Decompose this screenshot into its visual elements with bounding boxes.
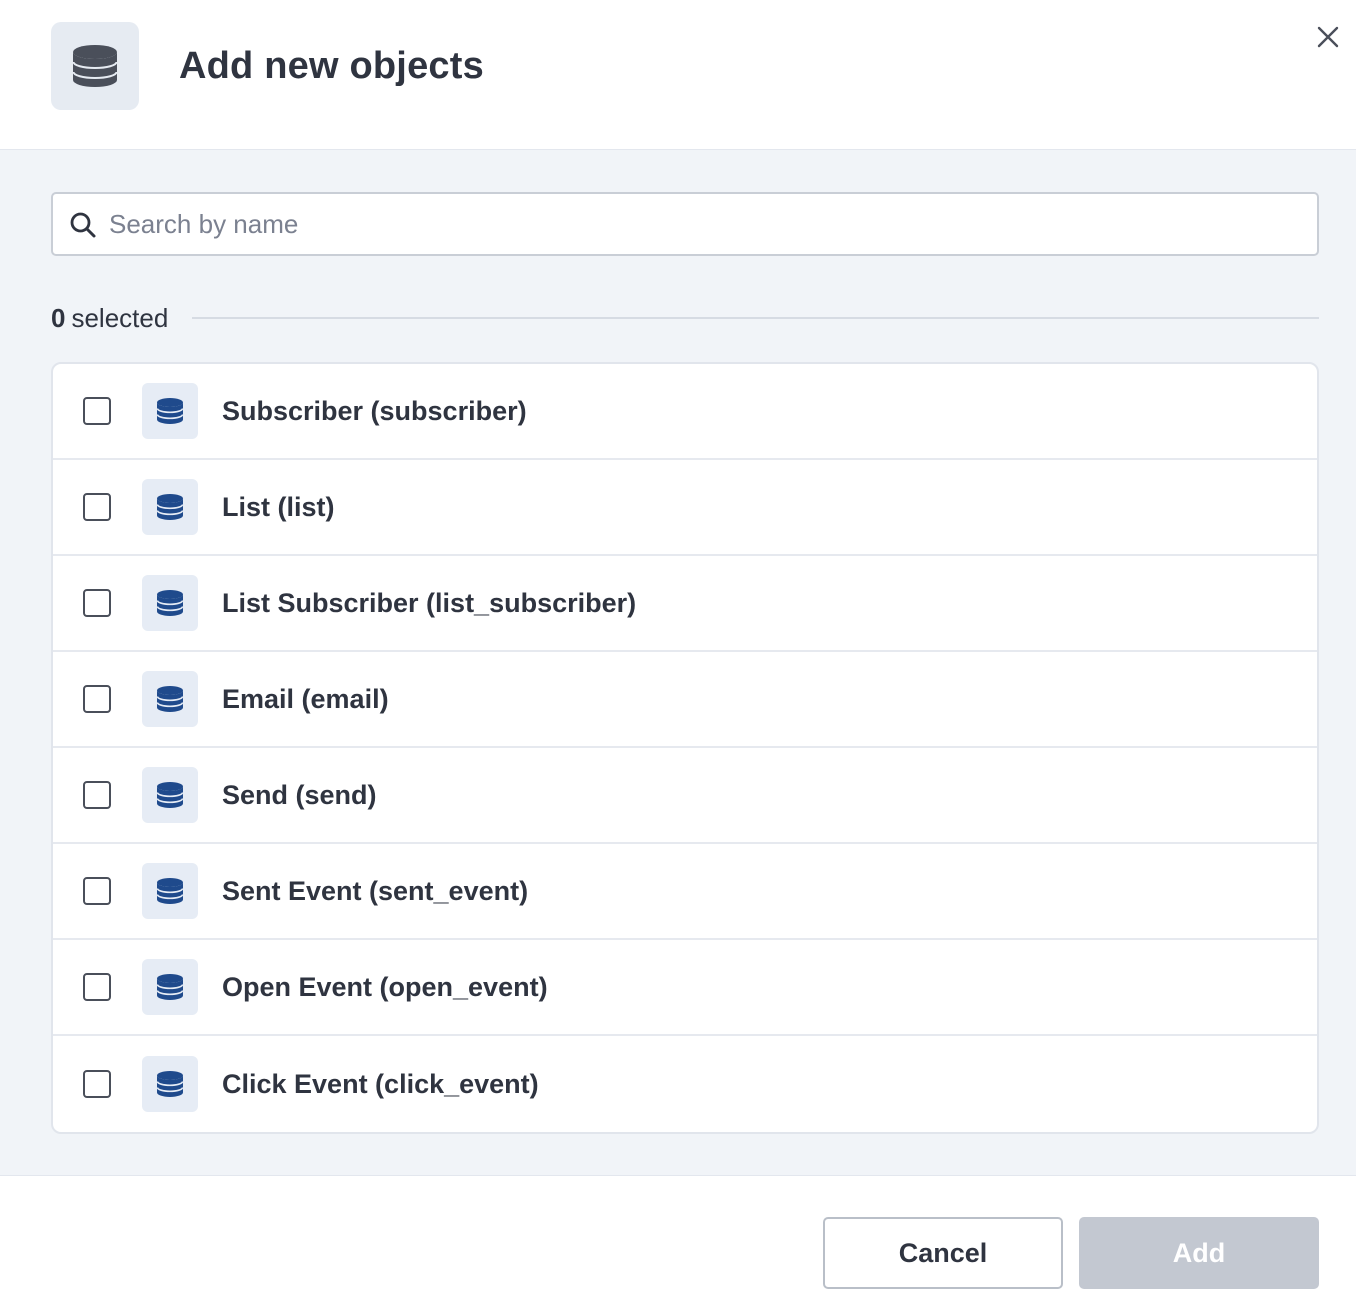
search-icon [70, 212, 96, 238]
selection-summary: 0 selected [51, 300, 1319, 336]
database-icon [142, 671, 198, 727]
item-label: Open Event (open_event) [222, 971, 548, 1002]
search-box[interactable] [51, 192, 1319, 256]
object-list: Subscriber (subscriber) List (list) List… [51, 362, 1319, 1134]
item-label: List (list) [222, 491, 335, 522]
divider [192, 317, 1319, 319]
dialog-header: Add new objects [0, 0, 1356, 150]
selected-label: selected [71, 302, 169, 333]
item-checkbox[interactable] [83, 589, 111, 617]
list-item[interactable]: Click Event (click_event) [53, 1036, 1317, 1132]
selected-count: 0 [51, 302, 66, 333]
item-label: Send (send) [222, 779, 377, 810]
database-icon [142, 479, 198, 535]
item-checkbox[interactable] [83, 397, 111, 425]
add-button[interactable]: Add [1079, 1217, 1319, 1289]
database-icon [142, 863, 198, 919]
list-item[interactable]: Open Event (open_event) [53, 940, 1317, 1036]
search-input[interactable] [109, 194, 1309, 254]
item-label: List Subscriber (list_subscriber) [222, 587, 637, 618]
item-checkbox[interactable] [83, 877, 111, 905]
database-icon [142, 1056, 198, 1112]
dialog-body: 0 selected Subscriber (subscriber) List … [0, 150, 1356, 1175]
item-label: Subscriber (subscriber) [222, 395, 527, 426]
list-item[interactable]: Send (send) [53, 748, 1317, 844]
item-checkbox[interactable] [83, 973, 111, 1001]
database-icon [142, 383, 198, 439]
list-item[interactable]: List Subscriber (list_subscriber) [53, 556, 1317, 652]
item-checkbox[interactable] [83, 781, 111, 809]
item-label: Email (email) [222, 683, 389, 714]
item-checkbox[interactable] [83, 685, 111, 713]
list-item[interactable]: List (list) [53, 460, 1317, 556]
item-checkbox[interactable] [83, 493, 111, 521]
list-item[interactable]: Subscriber (subscriber) [53, 364, 1317, 460]
item-checkbox[interactable] [83, 1070, 111, 1098]
database-icon [142, 575, 198, 631]
list-item[interactable]: Sent Event (sent_event) [53, 844, 1317, 940]
close-icon[interactable] [1316, 25, 1340, 49]
cancel-button[interactable]: Cancel [823, 1217, 1063, 1289]
dialog-footer: Cancel Add [0, 1175, 1356, 1314]
item-label: Sent Event (sent_event) [222, 875, 529, 906]
database-icon [51, 22, 139, 110]
item-label: Click Event (click_event) [222, 1068, 539, 1099]
list-item[interactable]: Email (email) [53, 652, 1317, 748]
database-icon [142, 959, 198, 1015]
close-button[interactable] [1310, 19, 1346, 55]
database-icon [142, 767, 198, 823]
dialog-title: Add new objects [179, 45, 484, 87]
